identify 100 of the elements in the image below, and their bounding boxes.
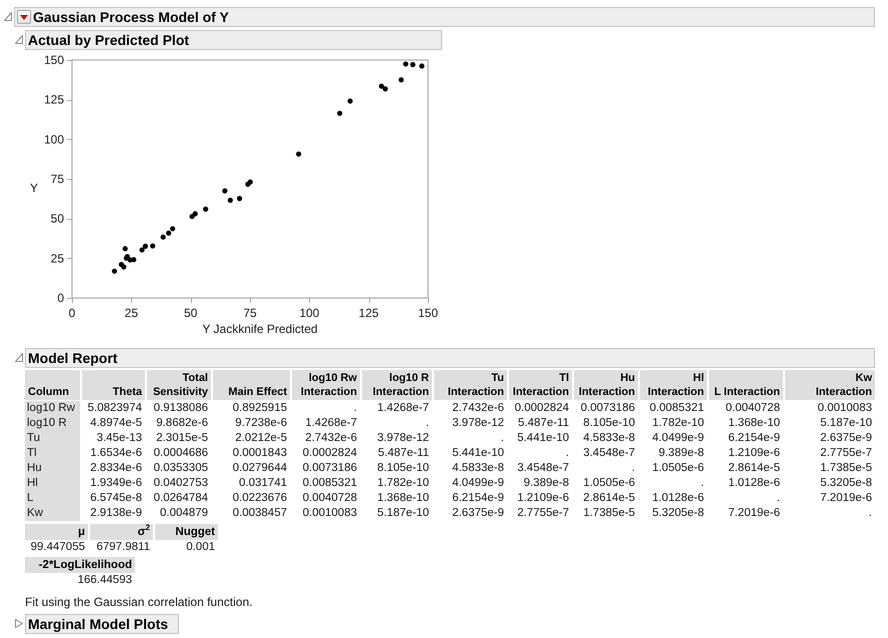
column-header: Main Effect (213, 370, 290, 400)
table-cell-text: 0.001 (185, 540, 216, 555)
table-cell-text: 0.0223676 (232, 491, 288, 506)
data-point (203, 206, 208, 212)
table-cell-text: 0.004879 (159, 506, 209, 521)
table-cell-text: 0.0279644 (232, 461, 288, 476)
table-cell-text: . (776, 491, 781, 506)
row-label: Kw (25, 506, 80, 521)
table-cell-text: 4.5833e-8 (582, 431, 636, 446)
table-cell-text: 6.2154e-9 (451, 491, 505, 506)
table-cell-text: 6.5745e-8 (89, 491, 143, 506)
tick-label: 75 (243, 306, 257, 320)
disclosure-triangle-icon[interactable] (15, 619, 23, 628)
table-cell-text: 9.389e-8 (658, 446, 705, 461)
data-point (398, 77, 404, 82)
data-point (403, 61, 408, 67)
table-cell-text: 9.8682e-6 (155, 416, 209, 431)
column-header: -2*LogLikelihood (25, 557, 135, 573)
column-header: σ$^{2}$ (90, 524, 153, 540)
table-cell-text: 5.187e-10 (376, 506, 430, 521)
table-cell-text: 5.441e-10 (451, 446, 505, 461)
table-cell-text: 2.7755e-7 (516, 506, 570, 521)
table-cell-text: 0.0402753 (152, 476, 209, 491)
table-cell-text: 1.4268e-7 (304, 416, 358, 431)
data-point (348, 98, 353, 104)
column-header: μ (25, 524, 88, 540)
table-cell-text: 0.0001843 (232, 446, 288, 461)
disclosure-triangle-icon[interactable] (15, 35, 23, 44)
tick-label: 25 (50, 251, 64, 266)
table-cell-text: 3.4548e-7 (516, 461, 570, 476)
table-cell-text: 1.7385e-5 (819, 461, 873, 476)
table-cell-text: 7.2019e-6 (727, 506, 781, 521)
table-cell-text: 0.0085321 (302, 476, 358, 491)
table-cell-text: 0.0004686 (152, 446, 209, 461)
table-cell-text: 0.0002824 (302, 446, 358, 461)
data-point (150, 243, 156, 249)
table-cell-text: 1.782e-10 (651, 416, 705, 431)
table-cell-text: 4.0499e-9 (451, 476, 505, 491)
tick-label: 75 (50, 172, 64, 186)
table-cell-text: . (564, 446, 570, 461)
table-cell-text: 4.5833e-8 (451, 461, 505, 476)
column-header: L Interaction (709, 370, 783, 400)
table-cell-text: 2.3015e-5 (155, 431, 209, 446)
tick-label: 125 (358, 306, 379, 320)
table-cell-text: . (700, 476, 705, 491)
table-cell-text: 0.0010083 (302, 506, 358, 521)
row-label: Tl (25, 446, 80, 461)
tick-label: 0 (57, 291, 64, 305)
table-cell-text: 2.6375e-9 (819, 431, 873, 446)
table-cell-text: 1.7385e-5 (582, 506, 636, 521)
data-point (410, 62, 416, 68)
column-header: Hl Interaction (640, 370, 707, 400)
table-cell-text: 5.3205e-8 (651, 506, 705, 521)
data-point (122, 246, 128, 252)
table-cell-text: 5.441e-10 (516, 431, 570, 446)
table-cell-text: 2.7755e-7 (819, 446, 873, 461)
data-point (228, 198, 233, 203)
table-cell-text: 1.368e-10 (376, 491, 430, 506)
table-cell-text: . (352, 401, 358, 416)
table-cell-text: 9.7238e-6 (234, 416, 288, 431)
note-text: Fit using the Gaussian correlation function. (25, 595, 252, 609)
table-cell-text: 5.0823974 (86, 401, 143, 416)
table-cell-text: 0.8925915 (232, 401, 288, 416)
table-cell-text: 2.8614e-5 (582, 491, 636, 506)
row-label: L (25, 491, 80, 506)
tick-label: 50 (50, 212, 64, 226)
table-cell-text: 99.447055 (30, 540, 86, 555)
table-cell-text: 0.9138086 (152, 401, 209, 416)
row-label: log10 R (25, 416, 80, 431)
tick-label: 25 (124, 306, 138, 320)
table-cell-text: 2.7432e-6 (304, 431, 358, 446)
table-cell-text: 0.0085321 (648, 401, 705, 416)
table-cell-text: 0.0040728 (302, 491, 358, 506)
data-point (222, 188, 228, 194)
table-cell-text: 0.0073186 (302, 461, 358, 476)
table-cell-text: 0.0002824 (514, 401, 570, 416)
column-header: Tu Interaction (434, 370, 507, 400)
disclosure-triangle-icon[interactable] (15, 353, 23, 362)
row-label: log10 Rw (25, 401, 80, 416)
menu-button[interactable] (17, 10, 31, 24)
row-label: Hu (25, 461, 80, 476)
table-cell-text: 0.0010083 (816, 401, 873, 416)
column-header: Tl Interaction (509, 370, 572, 400)
disclosure-triangle-icon[interactable] (4, 12, 12, 21)
axis-title: Y (30, 181, 38, 195)
tick-label: 0 (68, 306, 76, 320)
table-cell-text: 166.44593 (76, 573, 133, 588)
caret-icon (20, 14, 28, 20)
table-cell-text: 1.0128e-6 (651, 491, 705, 506)
column-header: Hu Interaction (574, 370, 638, 400)
data-point (236, 196, 242, 202)
table-cell-text: 3.45e-13 (96, 431, 143, 446)
table-cell-text: 5.487e-11 (377, 446, 430, 461)
axis-title: Y Jackknife Predicted (202, 322, 318, 336)
column-header: Column (25, 370, 80, 400)
table-cell-text: 1.782e-10 (376, 476, 430, 491)
data-point (419, 63, 424, 69)
table-cell-text: 0.0353305 (152, 461, 209, 476)
table-cell-text: 1.2109e-6 (516, 491, 570, 506)
table-cell-text: . (868, 506, 873, 521)
